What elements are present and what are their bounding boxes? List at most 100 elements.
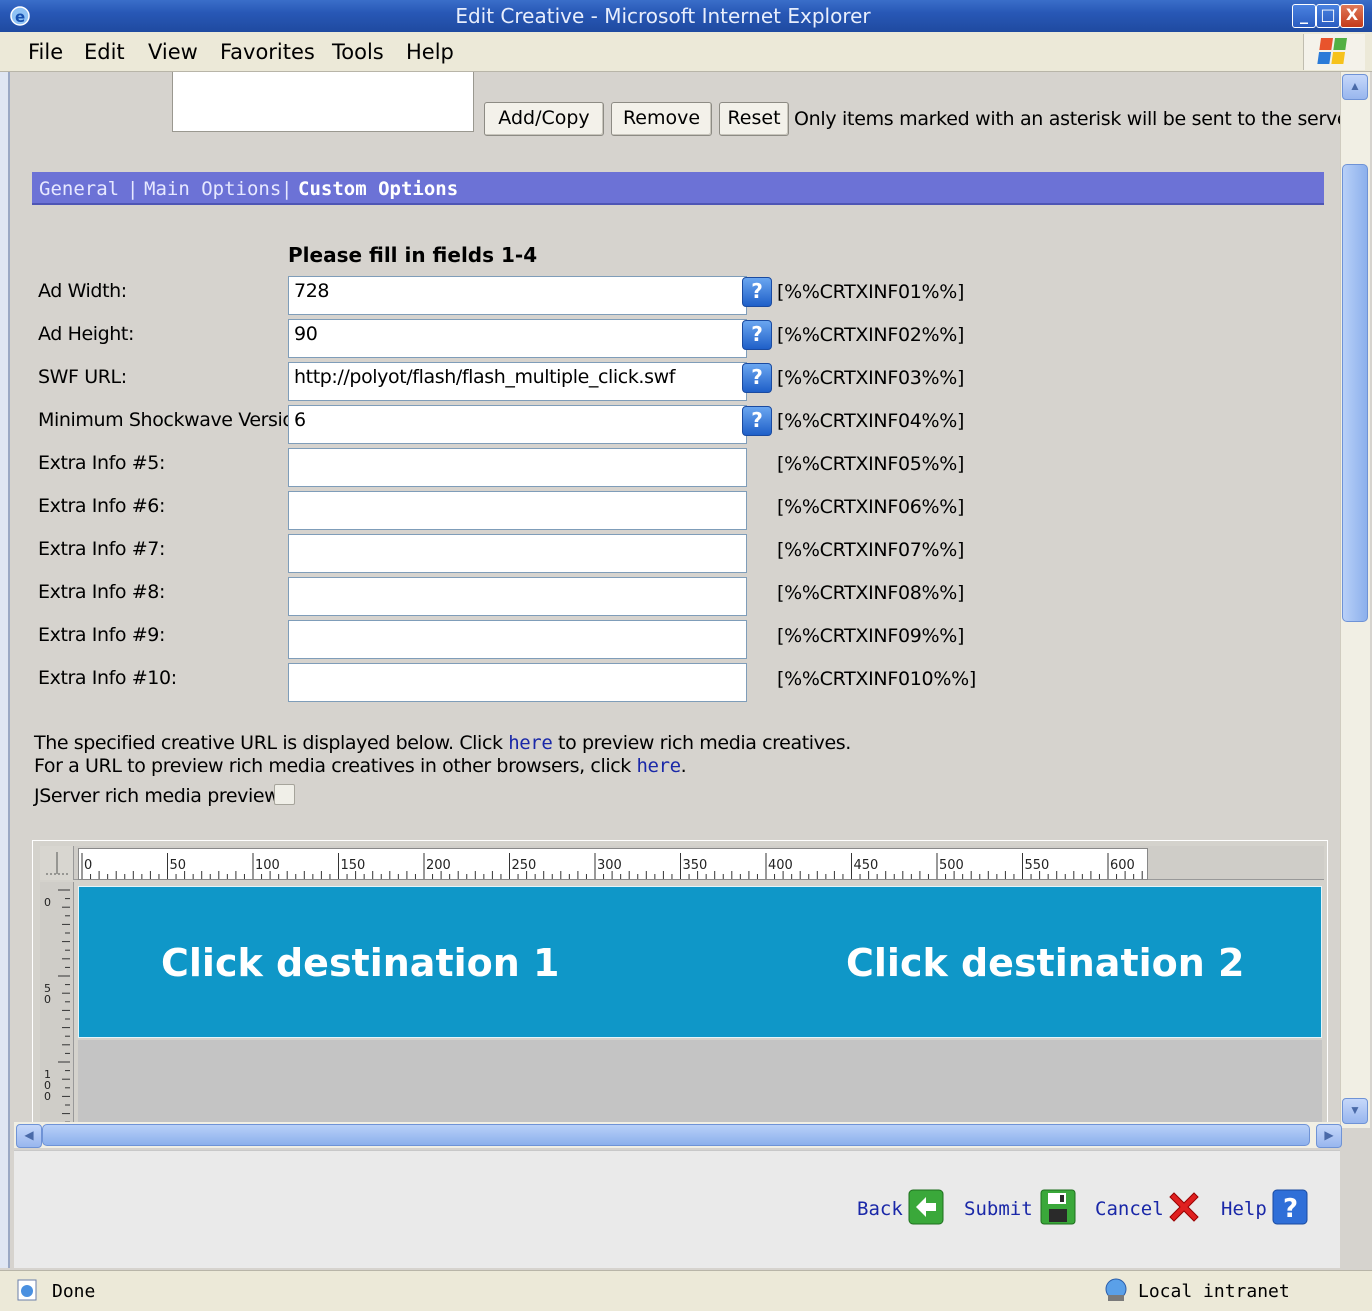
ruler-label: 0 xyxy=(44,993,51,1006)
field-label: Extra Info #5: xyxy=(38,452,166,474)
menu-file[interactable]: File xyxy=(28,40,63,64)
security-zone: Local intranet xyxy=(1138,1281,1290,1302)
field-label: Extra Info #7: xyxy=(38,538,166,560)
click-destination-2[interactable]: Click destination 2 xyxy=(846,941,1244,985)
ruler-label: 300 xyxy=(597,858,622,873)
preview-text: . xyxy=(680,755,687,777)
field-input[interactable]: 6 xyxy=(288,405,747,444)
scroll-down-icon[interactable]: ▼ xyxy=(1342,1098,1368,1124)
menu-bar: File Edit View Favorites Tools Help xyxy=(0,32,1372,72)
field-label: Extra Info #6: xyxy=(38,495,166,517)
submit-label[interactable]: Submit xyxy=(964,1198,1033,1220)
field-token: [%%CRTXINF06%%] xyxy=(777,496,965,518)
add-copy-button[interactable]: Add/Copy xyxy=(484,102,604,136)
cancel-x-icon[interactable] xyxy=(1166,1189,1202,1225)
tab-separator: | xyxy=(281,178,293,200)
jserver-label: JServer rich media preview: xyxy=(34,785,285,807)
field-token: [%%CRTXINF08%%] xyxy=(777,582,965,604)
save-disk-icon[interactable] xyxy=(1040,1189,1076,1225)
remove-button[interactable]: Remove xyxy=(611,102,712,136)
ruler-label: 550 xyxy=(1025,858,1050,873)
scroll-right-icon[interactable]: ▶ xyxy=(1316,1124,1342,1148)
help-icon[interactable]: ? xyxy=(742,277,772,307)
field-token: [%%CRTXINF09%%] xyxy=(777,625,965,647)
help-question-icon[interactable]: ? xyxy=(1272,1189,1308,1225)
field-input[interactable] xyxy=(288,534,747,573)
tab-general[interactable]: General xyxy=(39,178,119,200)
close-icon[interactable]: X xyxy=(1340,4,1364,28)
reset-button[interactable]: Reset xyxy=(719,102,789,136)
page-done-icon xyxy=(16,1279,40,1301)
field-input[interactable] xyxy=(288,620,747,659)
maximize-icon[interactable]: □ xyxy=(1316,4,1340,28)
ruler-label: 50 xyxy=(170,858,187,873)
field-input[interactable] xyxy=(288,491,747,530)
field-input[interactable]: 90 xyxy=(288,319,747,358)
scroll-left-icon[interactable]: ◀ xyxy=(16,1124,42,1148)
field-token: [%%CRTXINF010%%] xyxy=(777,668,976,690)
ruler-label: 150 xyxy=(341,858,366,873)
tab-main-options[interactable]: Main Options xyxy=(144,178,281,200)
browser-url-here-link[interactable]: here xyxy=(637,755,682,777)
ruler-label: 350 xyxy=(683,858,708,873)
svg-text:?: ? xyxy=(1283,1194,1298,1224)
tab-custom-options[interactable]: Custom Options xyxy=(298,178,458,200)
field-input[interactable] xyxy=(288,577,747,616)
ruler-label: 600 xyxy=(1110,858,1135,873)
left-ruler-ticks: 050100 xyxy=(44,889,70,1132)
form-heading: Please fill in fields 1-4 xyxy=(288,243,538,267)
field-label: Minimum Shockwave Version: xyxy=(38,409,312,431)
asterisk-note: Only items marked with an asterisk will … xyxy=(794,108,1360,130)
window-title: Edit Creative - Microsoft Internet Explo… xyxy=(455,4,871,28)
vertical-scroll-thumb[interactable] xyxy=(1342,164,1368,622)
ruler-label: 0 xyxy=(44,1090,51,1103)
horizontal-scroll-thumb[interactable] xyxy=(42,1124,1310,1146)
menu-view[interactable]: View xyxy=(148,40,198,64)
field-input[interactable] xyxy=(288,448,747,487)
items-list-box[interactable] xyxy=(172,72,474,132)
field-label: Ad Height: xyxy=(38,323,134,345)
field-token: [%%CRTXINF05%%] xyxy=(777,453,965,475)
help-icon[interactable]: ? xyxy=(742,363,772,393)
back-label[interactable]: Back xyxy=(857,1198,903,1220)
top-ruler-scale: 0 50 100 150 200 250 300 350 400 450 500 550 600 xyxy=(78,848,1148,880)
click-destination-1[interactable]: Click destination 1 xyxy=(161,941,559,985)
menu-help[interactable]: Help xyxy=(406,40,454,64)
field-input[interactable]: 728 xyxy=(288,276,747,315)
field-token: [%%CRTXINF02%%] xyxy=(777,324,965,346)
help-label[interactable]: Help xyxy=(1221,1198,1267,1220)
cancel-label[interactable]: Cancel xyxy=(1095,1198,1164,1220)
preview-info-line-1: The specified creative URL is displayed … xyxy=(34,732,851,754)
field-label: Extra Info #8: xyxy=(38,581,166,603)
help-icon[interactable]: ? xyxy=(742,406,772,436)
scroll-up-icon[interactable]: ▲ xyxy=(1342,74,1368,100)
preview-text: For a URL to preview rich media creative… xyxy=(34,755,637,777)
ruler-label: 100 xyxy=(255,858,280,873)
field-label: Extra Info #9: xyxy=(38,624,166,646)
field-token: [%%CRTXINF01%%] xyxy=(777,281,965,303)
ruler-label: 0 xyxy=(44,896,51,909)
preview-text: to preview rich media creatives. xyxy=(552,732,851,754)
field-input[interactable] xyxy=(288,663,747,702)
menu-edit[interactable]: Edit xyxy=(84,40,125,64)
field-input[interactable]: http://polyot/flash/flash_multiple_click… xyxy=(288,362,747,401)
tab-bar: General | Main Options | Custom Options xyxy=(32,172,1324,205)
field-token: [%%CRTXINF07%%] xyxy=(777,539,965,561)
preview-empty-area xyxy=(78,1040,1322,1125)
preview-here-link[interactable]: here xyxy=(508,732,553,754)
minimize-icon[interactable]: _ xyxy=(1292,4,1316,28)
status-text: Done xyxy=(52,1281,96,1302)
menu-tools[interactable]: Tools xyxy=(332,40,384,64)
jserver-preview-checkbox[interactable] xyxy=(274,784,295,805)
back-arrow-icon[interactable] xyxy=(908,1189,944,1225)
field-label: SWF URL: xyxy=(38,366,127,388)
ruler-label: 200 xyxy=(426,858,451,873)
ruler-ticks: 0 50 100 150 200 250 300 350 400 450 500 550 600 xyxy=(81,853,1143,879)
help-icon[interactable]: ? xyxy=(742,320,772,350)
title-bar: e Edit Creative - Microsoft Internet Exp… xyxy=(0,0,1372,32)
local-intranet-icon xyxy=(1102,1277,1132,1303)
banner-creative[interactable]: Click destination 1 Click destination 2 xyxy=(78,886,1322,1038)
frame-edge xyxy=(0,72,10,1268)
field-label: Ad Width: xyxy=(38,280,127,302)
menu-favorites[interactable]: Favorites xyxy=(220,40,315,64)
